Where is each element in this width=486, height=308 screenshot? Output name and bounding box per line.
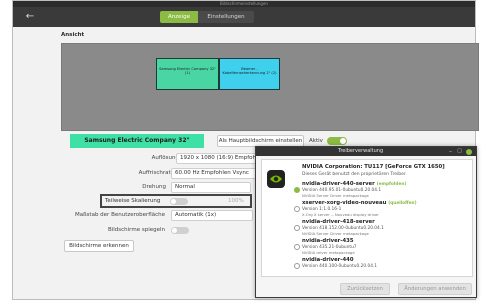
driver-name: xserver-xorg-video-nouveau [302, 200, 387, 206]
fractional-scaling-label: Teilweise Skalierung [105, 198, 161, 204]
active-toggle[interactable] [327, 137, 347, 145]
driver-tag: (quelloffen) [388, 201, 417, 206]
revert-button[interactable]: Zurücksetzen [340, 283, 390, 295]
monitor-arrangement-canvas[interactable]: Samsung Electric Company 32" (1) Beamer … [61, 43, 479, 131]
resolution-label: Auflösung [151, 155, 179, 161]
displays-toolbar: ← Anzeige Einstellungen [13, 7, 475, 27]
driver-name: nvidia-driver-440-server [302, 181, 375, 187]
ui-scale-select[interactable]: Automatik (1x) [171, 210, 253, 221]
driver-source: X.Org X server -- Nouveau display driver [302, 212, 379, 217]
toggle-knob [171, 199, 176, 204]
fractional-scaling-row: Teilweise Skalierung 100% [100, 194, 252, 208]
refresh-rate-label: Auffrischrate [138, 170, 174, 176]
section-heading: Ansicht [61, 32, 85, 38]
mirror-displays-toggle[interactable] [171, 227, 189, 234]
driver-titlebar: Treiberverwaltung – □ [256, 147, 476, 156]
mirror-displays-label: Bildschirme spiegeln [107, 227, 165, 233]
driver-source: NVIDIA Server Driver metapackage [302, 231, 369, 236]
nvidia-eye-icon [270, 175, 282, 183]
driver-window-title: Treiberverwaltung [338, 148, 384, 154]
device-panel: NVIDIA Corporation: TU117 [GeForce GTX 1… [261, 159, 473, 277]
tab-arrangement[interactable]: Anzeige [160, 11, 198, 23]
apply-changes-button[interactable]: Änderungen anwenden [398, 283, 472, 295]
minimize-icon[interactable]: – [449, 147, 452, 156]
fractional-scaling-value: 100% [228, 198, 244, 204]
toggle-knob [340, 138, 346, 144]
driver-name: nvidia-driver-440 [302, 257, 354, 263]
driver-source: NVIDIA Server Driver metapackage [302, 193, 369, 198]
driver-version: Version 440.100-0ubuntu0.20.04.1 [302, 264, 378, 269]
selected-monitor-name: Samsung Electric Company 32" [70, 134, 204, 148]
identify-displays-button[interactable]: Bildschirme erkennen [64, 240, 134, 252]
driver-name: nvidia-driver-435 [302, 238, 354, 244]
toggle-knob [172, 228, 177, 233]
tab-settings[interactable]: Einstellungen [198, 11, 254, 23]
driver-name: nvidia-driver-418-server [302, 219, 375, 225]
driver-radio[interactable] [294, 244, 300, 250]
driver-radio[interactable] [294, 206, 300, 212]
nvidia-logo-icon [267, 170, 285, 188]
close-icon[interactable] [466, 149, 472, 155]
driver-radio[interactable] [294, 263, 300, 269]
driver-tag: (empfohlen) [376, 182, 407, 187]
driver-radio[interactable] [294, 225, 300, 231]
monitor-2-tile[interactable]: Beamer - Kabelfernseherkennung 2" (2) [219, 58, 280, 90]
maximize-icon[interactable]: □ [457, 147, 462, 156]
driver-manager-window: Treiberverwaltung – □ NVIDIA Corporation… [255, 146, 477, 298]
driver-radio[interactable] [294, 187, 300, 193]
ui-scale-label: Maßstab der Benutzeroberfläche [74, 212, 165, 218]
device-name: NVIDIA Corporation: TU117 [GeForce GTX 1… [302, 164, 445, 170]
back-arrow-icon[interactable]: ← [23, 11, 37, 23]
rotation-select[interactable]: Normal [171, 182, 251, 193]
monitor-1-tile[interactable]: Samsung Electric Company 32" (1) [156, 58, 219, 90]
device-description: Dieses Gerät benutzt den proprietären Tr… [302, 172, 407, 177]
rotation-label: Drehung [142, 184, 166, 190]
driver-source: NVIDIA driver metapackage [302, 250, 355, 255]
displays-window-title: Bildschirmeinstellungen [220, 1, 268, 6]
fractional-scaling-toggle[interactable] [170, 198, 188, 205]
